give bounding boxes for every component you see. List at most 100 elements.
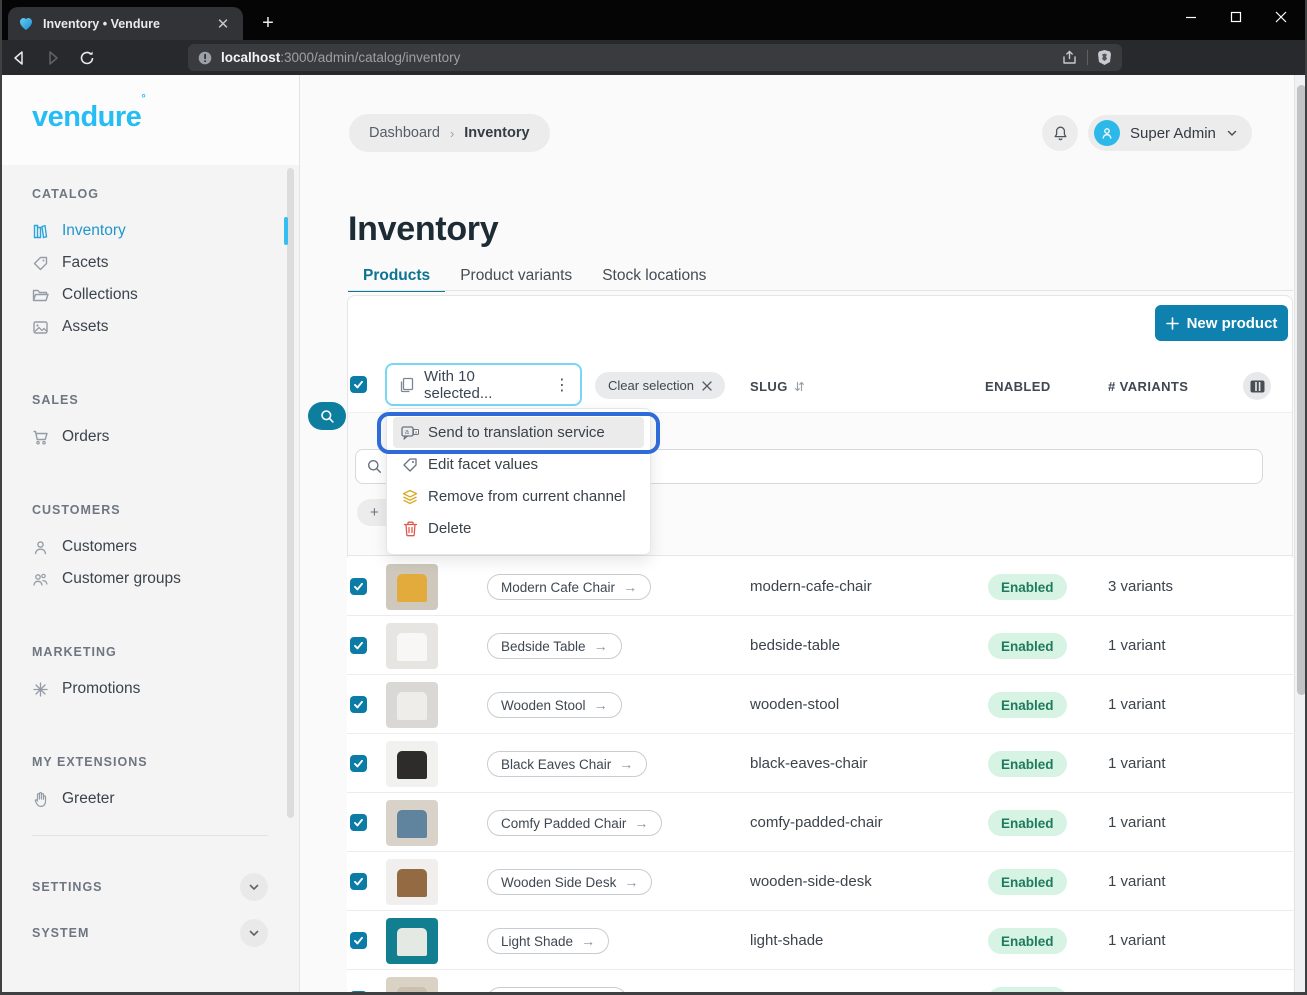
section-label-customers: CUSTOMERS [32, 503, 299, 517]
minimize-button[interactable] [1168, 0, 1213, 34]
variant-count: 1 variant [1108, 814, 1166, 831]
section-label-settings: SETTINGS [32, 880, 103, 894]
row-checkbox[interactable] [350, 696, 367, 713]
breadcrumb-dashboard[interactable]: Dashboard [369, 125, 440, 141]
back-button[interactable] [4, 44, 34, 72]
tab-close-icon[interactable]: ✕ [213, 14, 233, 34]
arrow-right-icon: → [624, 874, 638, 890]
product-name-link[interactable]: Modern Cafe Chair→ [487, 574, 651, 600]
chevron-down-icon[interactable] [240, 919, 268, 947]
sidebar-item-facets[interactable]: Facets [32, 247, 299, 279]
url-host: localhost [221, 50, 280, 65]
row-checkbox[interactable] [350, 755, 367, 772]
menu-item-delete[interactable]: Delete [393, 513, 644, 544]
sidebar-nav: CATALOG Inventory Facets Collections [0, 165, 299, 995]
variant-count: 1 variant [1108, 755, 1166, 772]
sort-icon [793, 380, 806, 393]
plus-icon: + [370, 504, 379, 521]
column-header-slug[interactable]: SLUG [750, 379, 806, 394]
notifications-button[interactable] [1042, 115, 1078, 151]
row-checkbox[interactable] [350, 932, 367, 949]
row-checkbox[interactable] [350, 991, 367, 995]
product-name-link[interactable] [487, 987, 627, 995]
table-row: Comfy Padded Chair→ comfy-padded-chair E… [347, 793, 1293, 852]
status-badge: Enabled [988, 633, 1067, 659]
maximize-button[interactable] [1213, 0, 1258, 34]
url-text: localhost:3000/admin/catalog/inventory [221, 50, 1061, 65]
menu-item-send-to-translation[interactable]: aa Send to translation service [393, 417, 644, 448]
search-toggle-button[interactable] [308, 402, 346, 430]
product-thumbnail [386, 564, 438, 610]
product-name-link[interactable]: Light Shade→ [487, 928, 609, 954]
chevron-down-icon[interactable] [240, 873, 268, 901]
svg-text:a: a [405, 429, 409, 436]
product-slug: black-eaves-chair [750, 755, 868, 772]
page-scrollbar[interactable] [1294, 75, 1307, 995]
variant-count: 1 variant [1108, 696, 1166, 713]
table-row: Bedside Table→ bedside-table Enabled 1 v… [347, 616, 1293, 675]
info-icon[interactable] [198, 51, 212, 65]
sidebar-section-settings[interactable]: SETTINGS [32, 864, 268, 910]
product-slug: wooden-side-desk [750, 873, 872, 890]
menu-item-edit-facet-values[interactable]: Edit facet values [393, 449, 644, 480]
browser-window: Inventory • Vendure ✕ + localhost:3000/a… [0, 0, 1307, 995]
forward-button[interactable] [38, 44, 68, 72]
sidebar-section-system[interactable]: SYSTEM [32, 910, 268, 956]
chevron-down-icon [1226, 127, 1238, 139]
variant-count: 1 variant [1108, 932, 1166, 949]
bell-icon [1052, 125, 1069, 142]
row-checkbox[interactable] [350, 814, 367, 831]
sidebar-item-customer-groups[interactable]: Customer groups [32, 563, 299, 595]
browser-tab[interactable]: Inventory • Vendure ✕ [8, 7, 243, 40]
menu-item-label: Remove from current channel [428, 488, 626, 505]
product-name-link[interactable]: Black Eaves Chair→ [487, 751, 647, 777]
close-window-button[interactable] [1258, 0, 1303, 34]
arrow-right-icon: → [594, 638, 608, 654]
clear-selection-button[interactable]: Clear selection [595, 372, 725, 399]
scrollbar-thumb[interactable] [1297, 85, 1306, 695]
bulk-actions-menu: aa Send to translation service Edit face… [386, 408, 651, 555]
row-checkbox[interactable] [350, 873, 367, 890]
menu-item-label: Delete [428, 520, 471, 537]
sidebar-item-inventory[interactable]: Inventory [32, 215, 299, 247]
sidebar-item-customers[interactable]: Customers [32, 531, 299, 563]
cart-icon [32, 429, 49, 446]
share-icon[interactable] [1061, 49, 1078, 66]
reload-button[interactable] [72, 44, 102, 72]
product-name-link[interactable]: Wooden Side Desk→ [487, 869, 652, 895]
menu-item-remove-from-channel[interactable]: Remove from current channel [393, 481, 644, 512]
tag-icon [401, 457, 419, 473]
sidebar-item-assets[interactable]: Assets [32, 311, 299, 343]
brave-shield-icon[interactable] [1097, 49, 1112, 66]
url-bar[interactable]: localhost:3000/admin/catalog/inventory [188, 44, 1122, 71]
sidebar-item-collections[interactable]: Collections [32, 279, 299, 311]
row-checkbox[interactable] [350, 578, 367, 595]
breadcrumb-inventory: Inventory [464, 125, 529, 141]
vendure-logo: vendure° [32, 101, 145, 134]
row-checkbox[interactable] [350, 637, 367, 654]
new-tab-button[interactable]: + [255, 10, 281, 36]
user-menu[interactable]: Super Admin [1088, 115, 1252, 151]
status-badge: Enabled [988, 987, 1067, 995]
inventory-books-icon [32, 223, 49, 240]
sidebar-item-greeter[interactable]: Greeter [32, 783, 299, 815]
kebab-icon: ⋮ [554, 375, 570, 395]
sidebar-item-orders[interactable]: Orders [32, 421, 299, 453]
sidebar-item-promotions[interactable]: Promotions [32, 673, 299, 705]
status-badge: Enabled [988, 574, 1067, 600]
tab-products[interactable]: Products [348, 260, 445, 291]
status-badge: Enabled [988, 869, 1067, 895]
bulk-actions-button[interactable]: With 10 selected... ⋮ [385, 363, 582, 406]
tab-product-variants[interactable]: Product variants [445, 260, 587, 291]
product-name-link[interactable]: Comfy Padded Chair→ [487, 810, 662, 836]
tab-stock-locations[interactable]: Stock locations [587, 260, 721, 291]
sidebar-item-label: Customers [62, 538, 137, 556]
new-product-button[interactable]: New product [1155, 305, 1288, 341]
product-slug: modern-cafe-chair [750, 578, 872, 595]
product-name-link[interactable]: Bedside Table→ [487, 633, 622, 659]
select-all-checkbox[interactable] [350, 376, 367, 393]
product-name-link[interactable]: Wooden Stool→ [487, 692, 622, 718]
column-settings-button[interactable] [1243, 372, 1271, 400]
users-icon [32, 571, 49, 588]
main-content: Dashboard › Inventory Super Admin Invent… [300, 75, 1307, 995]
